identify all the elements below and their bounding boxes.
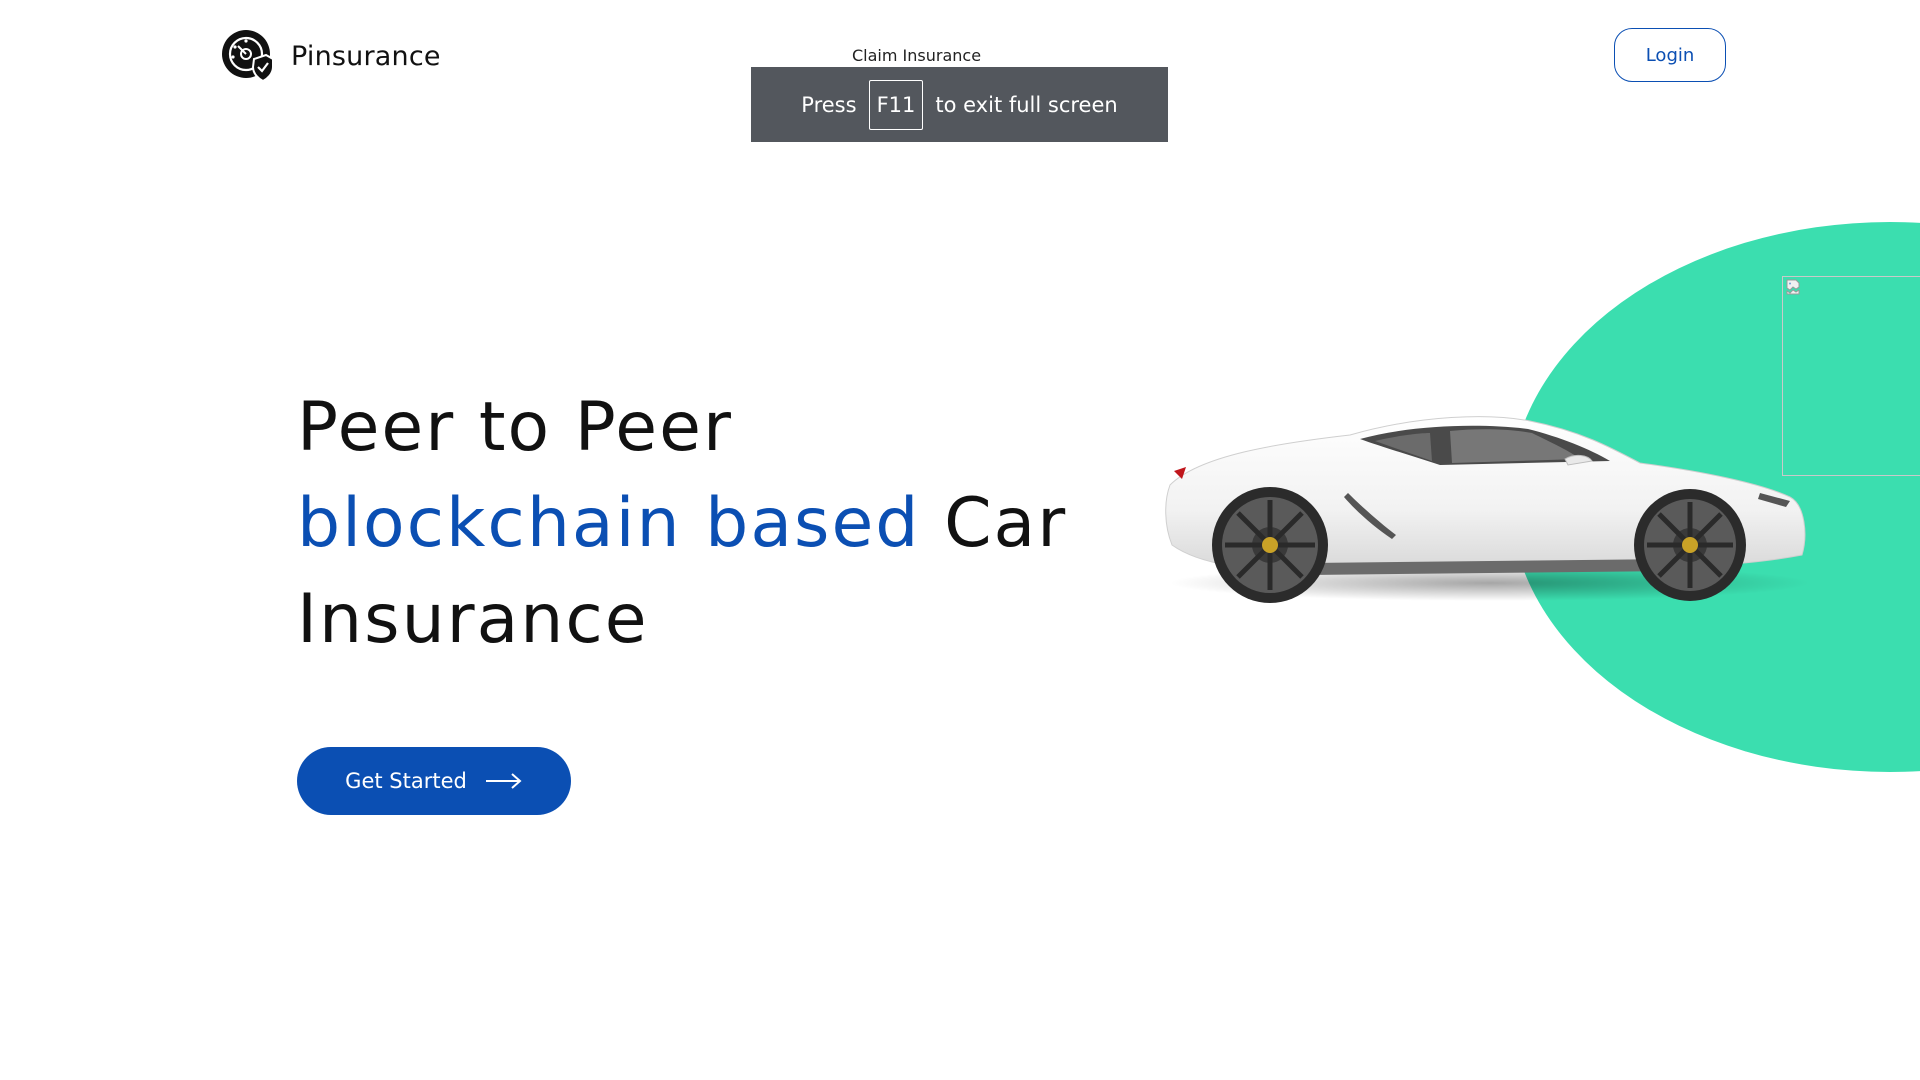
hero-line-1: Peer to Peer xyxy=(297,388,733,467)
nav-claim-insurance[interactable]: Claim Insurance xyxy=(852,46,981,65)
hero-heading: Peer to Peer blockchain based Car Insura… xyxy=(297,380,1097,668)
brand[interactable]: Pinsurance xyxy=(221,29,441,83)
hero-line-2: blockchain based Car xyxy=(297,476,1097,572)
hero-accent-text: blockchain based xyxy=(297,484,921,563)
login-button[interactable]: Login xyxy=(1614,28,1726,82)
toast-suffix-text: to exit full screen xyxy=(935,92,1118,117)
toast-press-text: Press xyxy=(801,92,857,117)
hero-line-2-rest: Car xyxy=(920,484,1068,563)
fullscreen-exit-toast: Press F11 to exit full screen xyxy=(751,67,1168,142)
arrow-right-icon xyxy=(485,773,522,789)
shield-gauge-logo-icon xyxy=(222,30,274,83)
broken-image-icon xyxy=(1786,279,1800,295)
hero-line-3: Insurance xyxy=(297,580,649,659)
sports-car-image xyxy=(1165,416,1810,603)
brand-name: Pinsurance xyxy=(291,40,441,72)
get-started-label: Get Started xyxy=(345,769,467,793)
get-started-button[interactable]: Get Started xyxy=(297,747,571,815)
f11-key: F11 xyxy=(868,79,924,130)
landing-page: Pinsurance Claim Insurance Login Press F… xyxy=(0,0,1920,1080)
